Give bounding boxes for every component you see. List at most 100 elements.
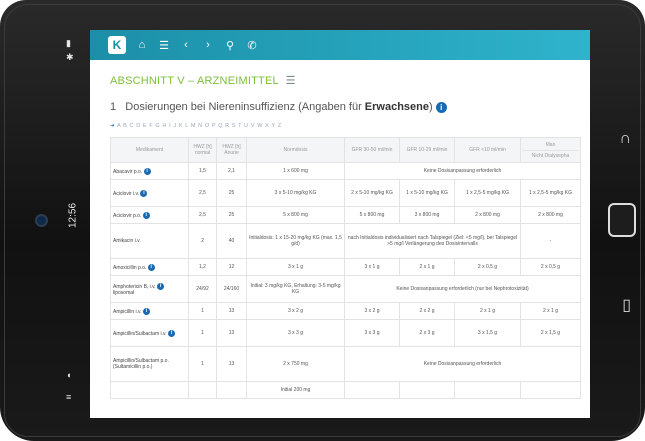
medication-cell[interactable]: Amikacin i.v. [110, 223, 189, 259]
table-cell: Initial 200 mg [246, 381, 345, 399]
table-cell: 3 x 3 g [246, 319, 345, 347]
table-row[interactable]: Amphotericin B, i.v. i liposomal 24/92 24/1… [110, 275, 581, 303]
table-cell: 2,5 [188, 206, 217, 224]
medication-name[interactable]: Amoxicillin p.o. [113, 264, 146, 270]
col-header-normdosis: Normdosis [246, 137, 345, 163]
table-cell [188, 381, 217, 399]
table-row[interactable]: Amoxicillin p.o. i 1,2 12 3 x 1 g3 x 1 g2 x… [110, 258, 581, 276]
table-cell: 1 x 2,5-5 mg/kg KG [520, 179, 581, 207]
table-cell: Keine Dosisanpassung erforderlich (nur b… [344, 275, 581, 303]
table-cell: 2 x 750 mg [246, 346, 345, 382]
forward-icon[interactable]: › [202, 39, 214, 51]
table-cell: 2 x 0,5 g [454, 258, 521, 276]
medication-name[interactable]: Amphotericin B, i.v. [113, 283, 156, 289]
app-logo[interactable]: K [108, 36, 126, 54]
wifi-icon: ◖ [66, 370, 72, 380]
info-icon[interactable]: i [142, 307, 150, 315]
table-row[interactable]: Initial 200 mg [110, 381, 581, 399]
medication-cell[interactable]: Amphotericin B, i.v. i liposomal [110, 275, 189, 303]
table-cell: 5 x 800 mg [344, 206, 400, 224]
medication-name[interactable]: Ampicillin/Sulbactam p.o. (Sultamicillin… [113, 358, 169, 370]
phone-icon[interactable]: ✆ [246, 39, 258, 52]
table-cell: 2 x 800 mg [454, 206, 521, 224]
col-header-man: Man Nicht Dialysepha [520, 137, 581, 163]
table-cell: 3 x 3 g [344, 319, 400, 347]
recent-apps-icon[interactable]: ▯ [622, 295, 631, 315]
home-icon[interactable]: ⌂ [136, 39, 148, 51]
medication-cell[interactable]: Ampicillin i.v. i [110, 302, 189, 320]
table-cell [454, 381, 521, 399]
info-icon[interactable]: i [140, 189, 148, 197]
table-cell: 2 x 1 g [520, 302, 581, 320]
table-row[interactable]: Aciclovir p.o. i 2,5 25 5 x 800 mg 5 x 800 m… [110, 206, 581, 224]
info-icon[interactable]: i [157, 282, 165, 290]
table-cell: 5 x 800 mg [246, 206, 345, 224]
table-row[interactable]: Ampicillin i.v. i 1 13 3 x 2 g3 x 2 g2 x 2 … [110, 302, 581, 320]
table-cell: 2,5 [188, 179, 217, 207]
table-cell: 25 [216, 179, 247, 207]
heading-number: 1 [110, 101, 117, 113]
medication-name[interactable]: Aciclovir p.o. [113, 212, 141, 218]
medication-cell[interactable]: Aciclovir p.o. i [110, 206, 189, 224]
medication-cell[interactable]: Aciclovir i.v. i [110, 179, 189, 207]
status-clock: 12:56 [67, 202, 79, 229]
col-header-hwz-normal: HWZ [h] normal [188, 137, 217, 163]
menu-list-icon[interactable]: ☰ [286, 75, 296, 87]
section-title-text: ABSCHNITT V – ARZNEIMITTEL [110, 75, 279, 87]
table-cell: 1 [188, 346, 217, 382]
page-heading: 1 Dosierungen bei Niereninsuffizienz (An… [110, 101, 570, 113]
info-icon[interactable]: i [167, 329, 175, 337]
alphabet-arrow-icon: ➜ [110, 123, 116, 129]
notification-icon: ≡ [66, 392, 72, 402]
table-cell [520, 381, 581, 399]
info-icon[interactable]: i [143, 167, 151, 175]
table-cell: 3 x 1,5 g [454, 319, 521, 347]
table-cell: Keine Dosisanpassung erforderlich [344, 162, 581, 180]
table-cell [216, 381, 247, 399]
alphabet-letters[interactable]: A B C D E F G H I J K L M N O P Q R S T … [117, 123, 282, 129]
table-cell: 1 x 2,5-5 mg/kg KG [454, 179, 521, 207]
info-icon[interactable]: i [147, 263, 155, 271]
table-cell: 2 x 3 g [399, 319, 455, 347]
table-cell: 13 [216, 346, 247, 382]
table-row[interactable]: Ampicillin/Sulbactam i.v. i 1 13 3 x 3 g3 x… [110, 319, 581, 347]
signal-icon: ✱ [66, 52, 74, 62]
table-cell: 1 [188, 302, 217, 320]
search-icon[interactable]: ⚲ [224, 39, 236, 52]
list-icon[interactable]: ☰ [158, 39, 170, 52]
content-area: ABSCHNITT V – ARZNEIMITTEL ☰ 1 Dosierung… [90, 60, 590, 399]
camera-icon [35, 214, 48, 227]
table-cell: 3 x 5-10 mg/kg KG [246, 179, 345, 207]
heading-bold: Erwachsene [364, 101, 429, 113]
table-cell: 3 x 2 g [344, 302, 400, 320]
medication-cell[interactable]: Abacavir p.o. i [110, 162, 189, 180]
back-icon[interactable]: ‹ [180, 39, 192, 51]
medication-name[interactable]: Ampicillin/Sulbactam i.v. [113, 330, 167, 336]
home-key-icon[interactable] [608, 203, 636, 237]
table-cell: 1,5 [188, 162, 217, 180]
table-row[interactable]: Amikacin i.v. 2 40 Initialdosis: 1 x 15-20 … [110, 223, 581, 259]
table-row[interactable]: Ampicillin/Sulbactam p.o. (Sultamicillin… [110, 346, 581, 382]
medication-name[interactable]: Ampicillin i.v. [113, 308, 142, 314]
medication-cell[interactable]: Amoxicillin p.o. i [110, 258, 189, 276]
table-cell: 2 x 5-10 mg/kg KG [344, 179, 400, 207]
medication-name[interactable]: Abacavir p.o. [113, 168, 142, 174]
table-cell: 2 x 1,5 g [520, 319, 581, 347]
col-header-hwz-anurie: HWZ [h] Anurie [216, 137, 247, 163]
table-row[interactable]: Aciclovir i.v. i 2,5 25 3 x 5-10 mg/kg KG 2 … [110, 179, 581, 207]
table-cell: 2,1 [216, 162, 247, 180]
table-cell: 2 [188, 223, 217, 259]
info-icon[interactable]: i [142, 211, 150, 219]
table-row[interactable]: Abacavir p.o. i 1,5 2,1 1 x 600 mg Keine Dos… [110, 162, 581, 180]
medication-cell[interactable]: Ampicillin/Sulbactam p.o. (Sultamicillin… [110, 346, 189, 382]
medication-cell[interactable] [110, 381, 189, 399]
info-icon[interactable]: i [435, 101, 447, 113]
medication-cell[interactable]: Ampicillin/Sulbactam i.v. i [110, 319, 189, 347]
back-key-icon[interactable]: ∩ [620, 130, 632, 148]
medication-name[interactable]: Amikacin i.v. [113, 238, 141, 244]
table-cell: 3 x 800 mg [399, 206, 455, 224]
heading-text: Dosierungen bei Niereninsuffizienz (Anga… [125, 101, 365, 113]
table-cell: 13 [216, 302, 247, 320]
medication-name[interactable]: Aciclovir i.v. [113, 190, 139, 196]
col-header-gfr-under-10: GFR <10 ml/min [454, 137, 521, 163]
